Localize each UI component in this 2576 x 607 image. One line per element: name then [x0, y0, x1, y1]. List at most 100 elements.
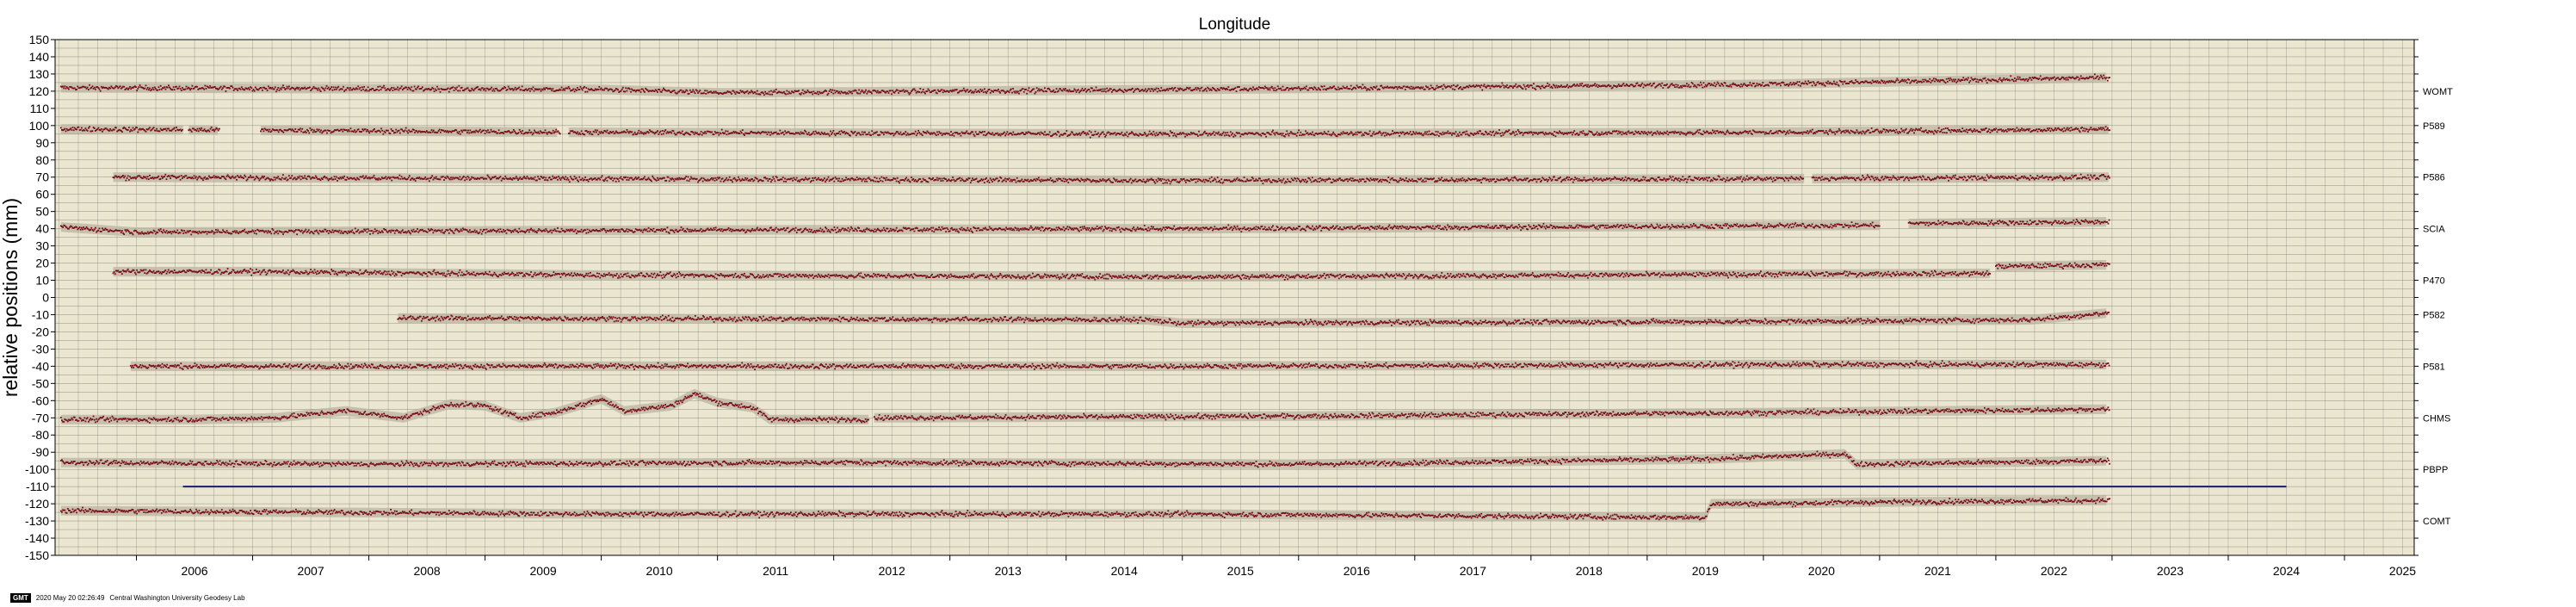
- data-point: [243, 177, 244, 179]
- data-point: [2106, 79, 2109, 82]
- data-point: [1820, 82, 1822, 84]
- data-point: [552, 175, 554, 177]
- data-point: [1793, 131, 1795, 133]
- data-point: [1970, 129, 1973, 132]
- data-point: [406, 89, 409, 90]
- data-point: [182, 87, 183, 89]
- data-point: [1106, 87, 1109, 90]
- data-point: [803, 133, 805, 135]
- data-point: [1345, 87, 1347, 90]
- data-point: [762, 180, 764, 182]
- data-point: [952, 133, 954, 135]
- data-point: [424, 177, 427, 178]
- data-point: [862, 133, 864, 136]
- data-point: [773, 177, 775, 180]
- data-point: [1146, 90, 1149, 91]
- data-point: [1486, 86, 1487, 89]
- data-point: [1321, 85, 1324, 88]
- data-point: [145, 176, 147, 178]
- data-point: [1461, 133, 1463, 136]
- data-point: [1984, 77, 1986, 79]
- data-point: [1696, 86, 1698, 89]
- data-point: [844, 91, 846, 93]
- data-point: [1788, 84, 1789, 87]
- data-point: [1555, 84, 1558, 87]
- data-point: [713, 133, 715, 135]
- data-point: [269, 179, 271, 182]
- data-point: [580, 178, 583, 181]
- data-point: [1280, 87, 1282, 90]
- data-point: [383, 84, 385, 87]
- data-point: [1313, 134, 1316, 137]
- data-point: [1677, 84, 1679, 86]
- data-point: [1473, 84, 1474, 87]
- data-point: [318, 89, 321, 91]
- data-point: [474, 131, 476, 133]
- data-point: [714, 177, 717, 179]
- data-point: [337, 180, 338, 182]
- data-point: [1573, 130, 1576, 132]
- data-point: [2002, 78, 2004, 81]
- data-point: [1459, 131, 1461, 133]
- data-point: [1920, 127, 1922, 129]
- data-point: [1581, 83, 1584, 84]
- data-point: [1674, 86, 1676, 88]
- data-point: [400, 176, 403, 178]
- data-point: [330, 88, 331, 90]
- data-point: [158, 130, 161, 133]
- data-point: [459, 133, 461, 135]
- data-point: [711, 177, 713, 179]
- data-point: [1956, 129, 1959, 131]
- data-point: [528, 131, 529, 133]
- data-point: [1792, 82, 1795, 84]
- data-point: [868, 131, 870, 133]
- data-point: [263, 130, 265, 133]
- data-point: [1863, 131, 1865, 133]
- data-point: [693, 90, 695, 93]
- data-point: [1976, 78, 1979, 81]
- data-point: [1446, 132, 1448, 134]
- data-point: [555, 176, 558, 178]
- data-point: [484, 133, 486, 134]
- data-point: [578, 176, 581, 178]
- data-point: [1575, 84, 1578, 87]
- data-point: [565, 178, 568, 181]
- data-point: [84, 86, 87, 89]
- data-point: [464, 179, 466, 182]
- data-point: [1465, 133, 1467, 135]
- data-point: [634, 177, 637, 178]
- data-point: [477, 86, 479, 88]
- data-point: [2064, 77, 2066, 79]
- data-point: [837, 133, 839, 134]
- data-point: [1500, 85, 1502, 88]
- data-point: [487, 129, 489, 132]
- data-point: [1756, 83, 1758, 84]
- data-point: [2001, 80, 2003, 83]
- data-point: [1502, 134, 1504, 136]
- data-point: [1463, 131, 1466, 133]
- data-point: [566, 177, 569, 179]
- data-point: [365, 130, 368, 133]
- data-point: [280, 178, 282, 181]
- data-point: [1934, 80, 1936, 83]
- data-point: [784, 177, 786, 180]
- data-point: [1330, 134, 1332, 137]
- data-point: [157, 89, 159, 91]
- data-point: [831, 89, 833, 91]
- data-point: [907, 91, 910, 94]
- data-point: [109, 128, 111, 130]
- data-point: [568, 88, 571, 90]
- data-point: [1807, 132, 1810, 134]
- data-point: [1480, 86, 1481, 89]
- data-point: [489, 131, 491, 133]
- data-point: [614, 177, 616, 180]
- data-point: [407, 132, 409, 134]
- data-point: [1508, 129, 1510, 131]
- data-point: [358, 178, 361, 181]
- data-point: [1183, 133, 1185, 135]
- data-point: [1622, 84, 1624, 86]
- data-point: [1676, 86, 1678, 88]
- data-point: [1272, 87, 1274, 90]
- data-point: [1316, 89, 1319, 91]
- data-point: [513, 88, 516, 90]
